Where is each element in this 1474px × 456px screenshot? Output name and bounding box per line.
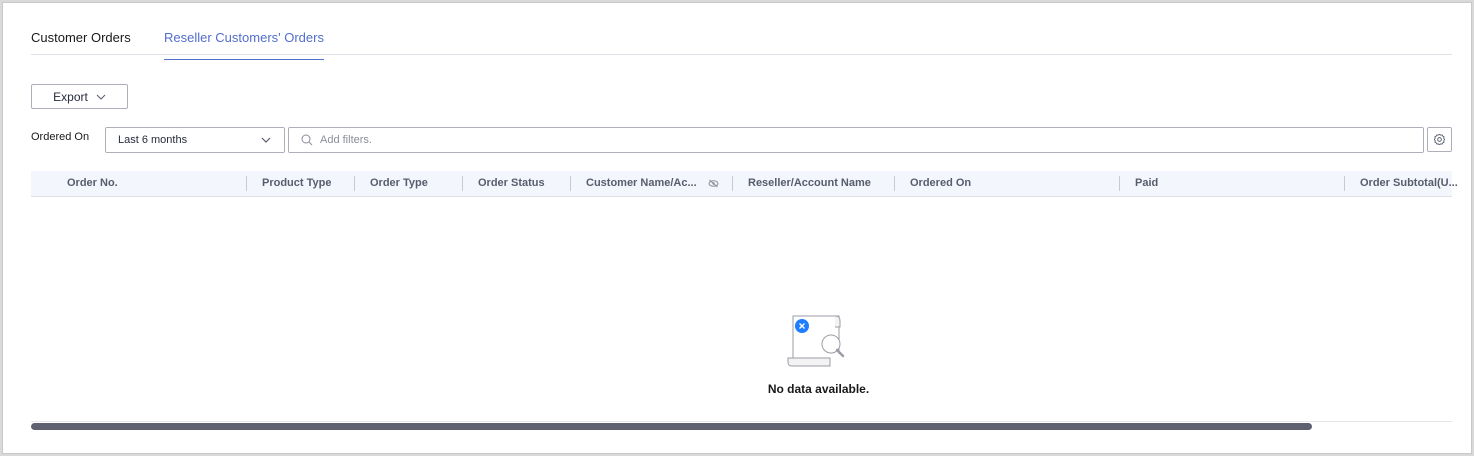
filter-search-input[interactable]: Add filters. xyxy=(288,127,1424,153)
column-customer-name[interactable]: Customer Name/Ac... xyxy=(586,171,697,197)
column-order-type[interactable]: Order Type xyxy=(370,171,428,197)
column-order-no[interactable]: Order No. xyxy=(67,171,118,197)
search-icon xyxy=(301,134,313,146)
chevron-down-icon xyxy=(96,94,106,100)
column-divider[interactable] xyxy=(246,176,247,191)
tab-divider xyxy=(31,54,1452,55)
column-reseller-account-name[interactable]: Reseller/Account Name xyxy=(748,171,871,197)
column-paid[interactable]: Paid xyxy=(1135,171,1158,197)
ordered-on-value: Last 6 months xyxy=(118,134,188,146)
settings-button[interactable] xyxy=(1427,127,1452,152)
column-ordered-on[interactable]: Ordered On xyxy=(910,171,971,197)
column-order-subtotal[interactable]: Order Subtotal(U... xyxy=(1360,171,1458,197)
export-label: Export xyxy=(53,89,88,104)
column-divider[interactable] xyxy=(354,176,355,191)
eye-hidden-icon[interactable] xyxy=(708,179,719,188)
column-product-type[interactable]: Product Type xyxy=(262,171,331,197)
table-header: Order No. Product Type Order Type Order … xyxy=(31,171,1458,197)
column-divider[interactable] xyxy=(462,176,463,191)
gear-icon xyxy=(1433,133,1446,146)
column-divider[interactable] xyxy=(894,176,895,191)
column-order-status[interactable]: Order Status xyxy=(478,171,545,197)
chevron-down-icon xyxy=(261,137,271,143)
ordered-on-label: Ordered On xyxy=(31,131,90,143)
column-divider[interactable] xyxy=(1119,176,1120,191)
tab-customer-orders[interactable]: Customer Orders xyxy=(31,30,131,45)
tab-reseller-customers-orders[interactable]: Reseller Customers' Orders xyxy=(164,30,324,60)
no-data-illustration-icon xyxy=(787,315,845,367)
ordered-on-select[interactable]: Last 6 months xyxy=(105,127,285,153)
search-placeholder: Add filters. xyxy=(320,134,372,146)
column-divider[interactable] xyxy=(570,176,571,191)
export-button[interactable]: Export xyxy=(31,84,128,109)
column-divider[interactable] xyxy=(1344,176,1345,191)
empty-state-message: No data available. xyxy=(767,382,870,396)
table-bottom-divider xyxy=(31,421,1452,422)
horizontal-scrollbar[interactable] xyxy=(31,423,1312,430)
column-divider[interactable] xyxy=(732,176,733,191)
